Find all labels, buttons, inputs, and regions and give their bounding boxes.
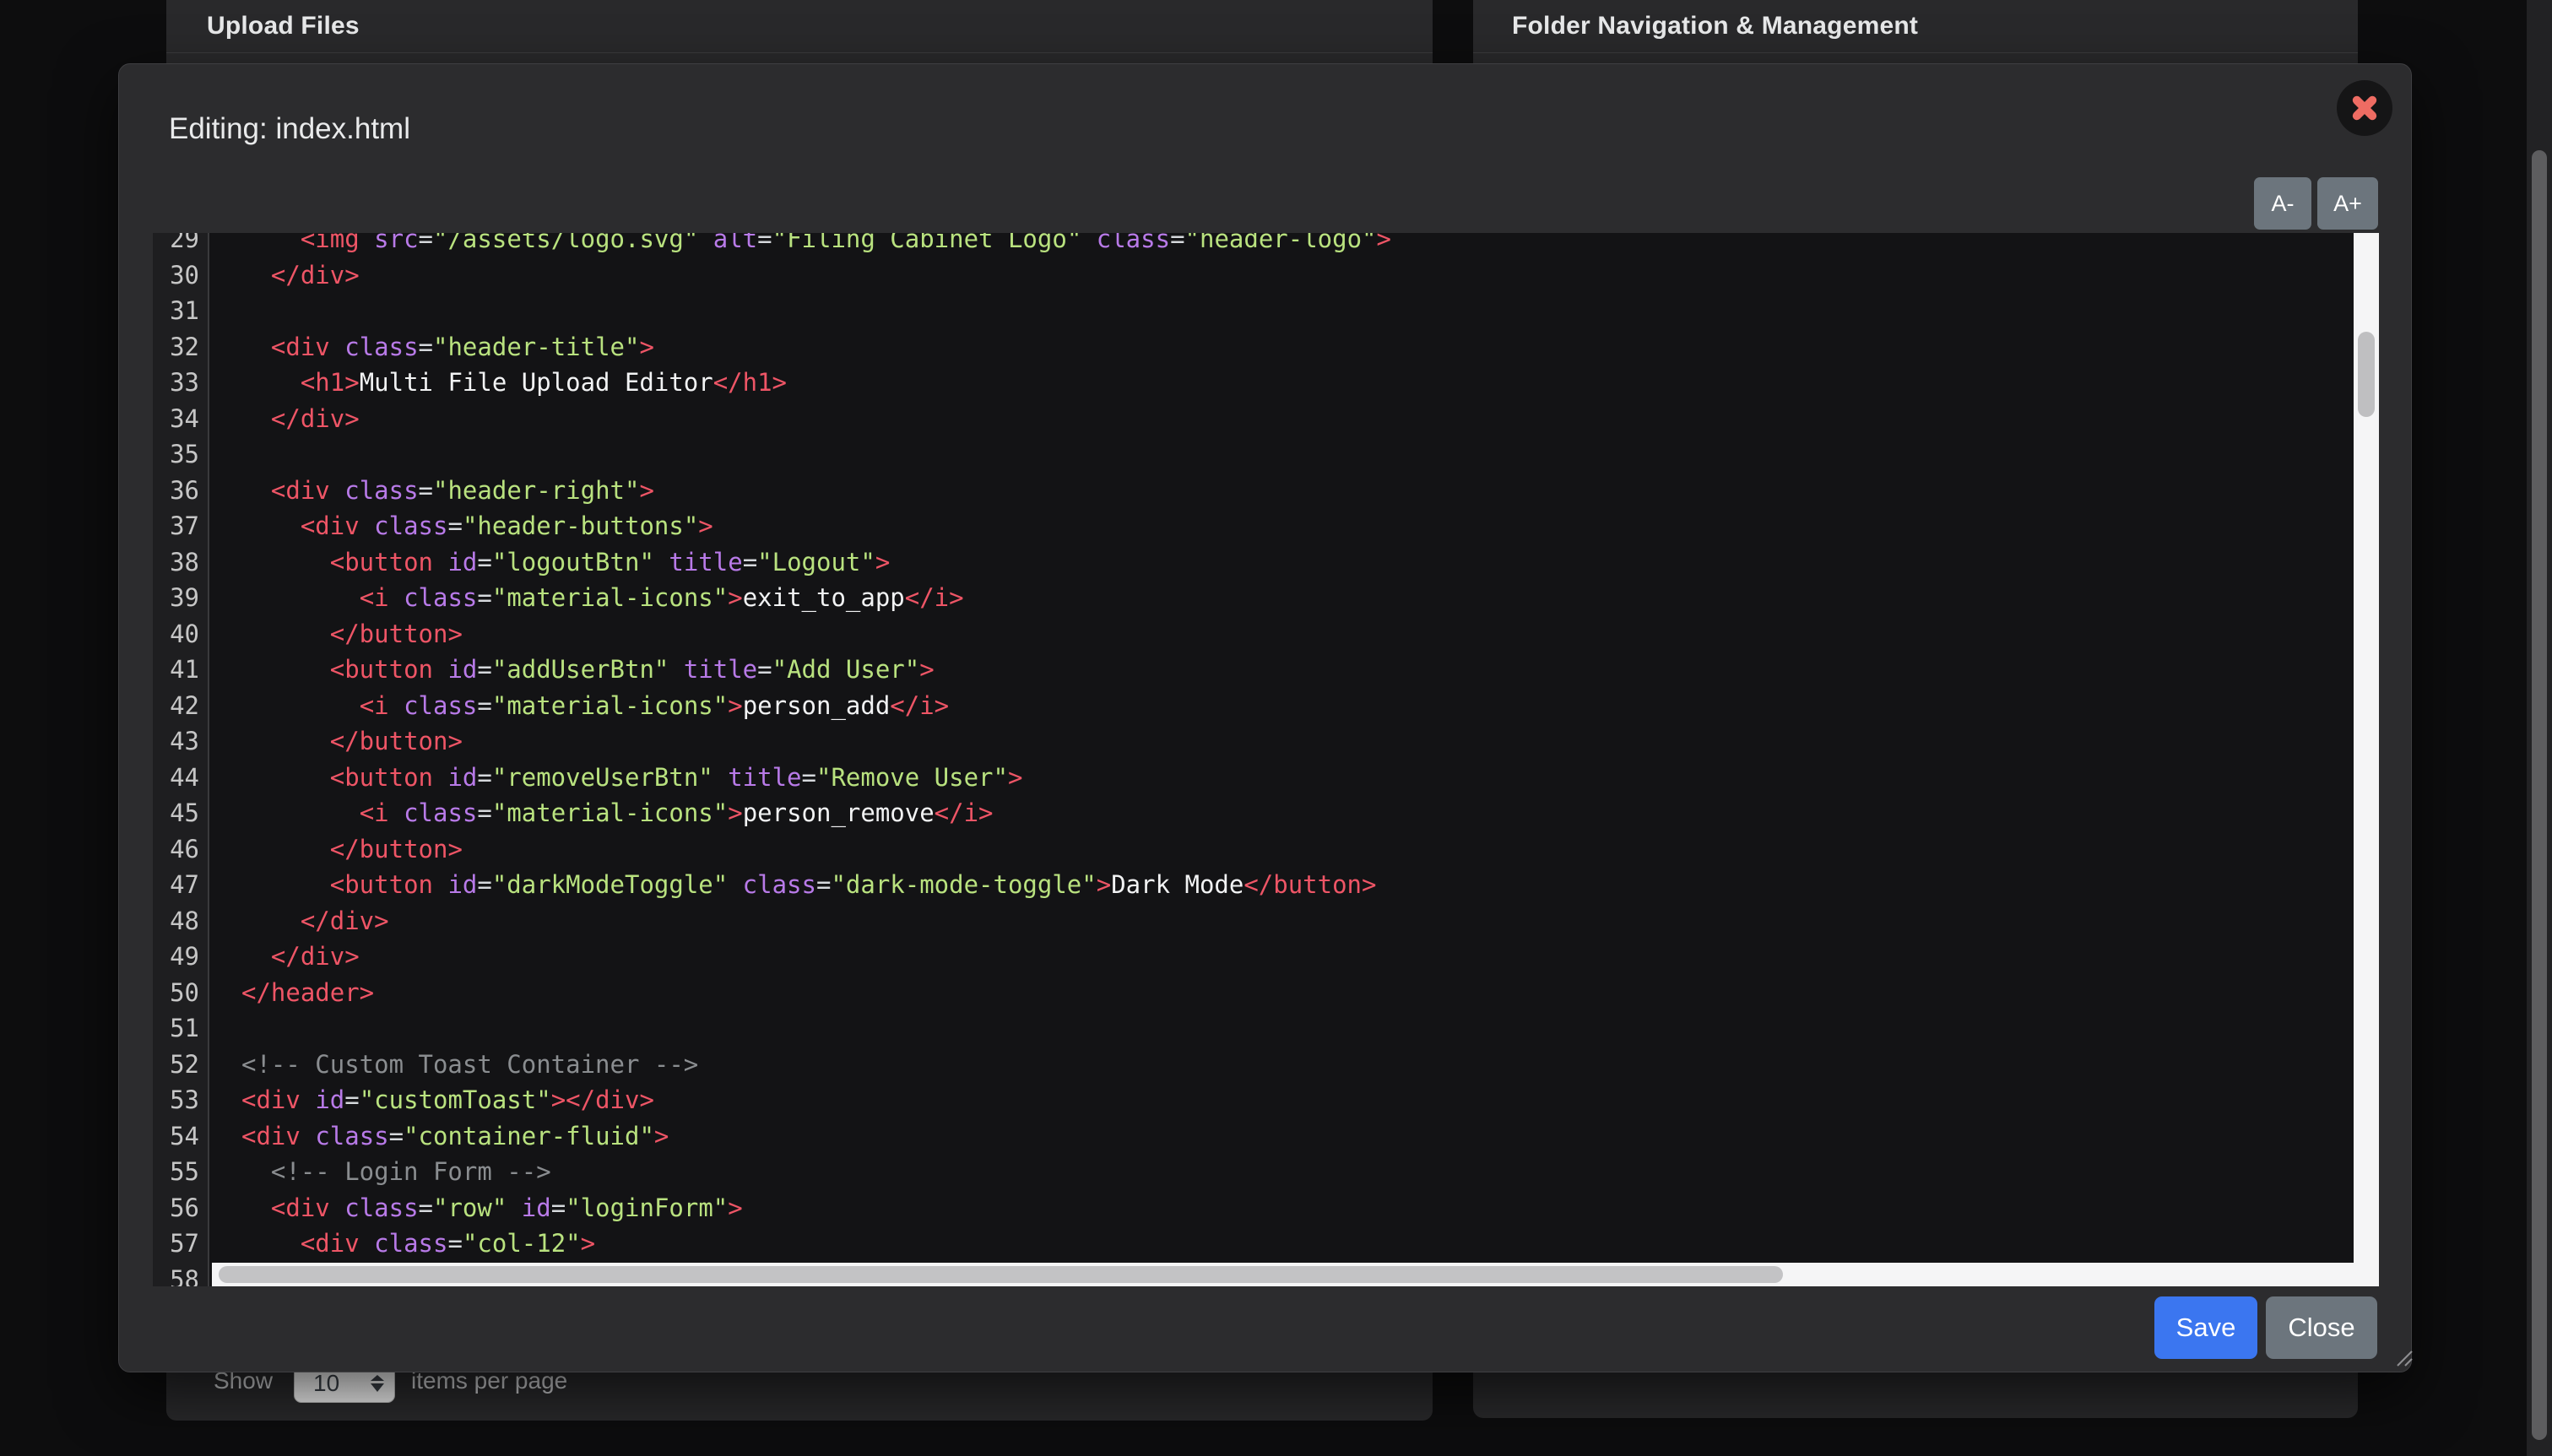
code-line: <button id="darkModeToggle" class="dark-… bbox=[241, 867, 1391, 903]
code-line: </button> bbox=[241, 831, 1391, 868]
code-line: </button> bbox=[241, 723, 1391, 760]
line-number: 58 bbox=[153, 1262, 199, 1287]
line-number: 33 bbox=[153, 365, 199, 401]
line-number: 40 bbox=[153, 616, 199, 652]
folder-navigation-panel-header: Folder Navigation & Management bbox=[1473, 0, 2358, 53]
code-line: <button id="logoutBtn" title="Logout"> bbox=[241, 544, 1391, 581]
line-number: 53 bbox=[153, 1082, 199, 1118]
editor-vertical-scrollbar[interactable] bbox=[2354, 233, 2379, 1286]
line-number: 39 bbox=[153, 580, 199, 616]
line-number: 48 bbox=[153, 903, 199, 939]
line-number: 32 bbox=[153, 329, 199, 365]
line-number: 30 bbox=[153, 257, 199, 294]
code-line: <div id="customToast"></div> bbox=[241, 1082, 1391, 1118]
line-number: 36 bbox=[153, 473, 199, 509]
line-number: 29 bbox=[153, 233, 199, 257]
line-number: 44 bbox=[153, 760, 199, 796]
line-number: 52 bbox=[153, 1047, 199, 1083]
code-line: <div class="header-buttons"> bbox=[241, 508, 1391, 544]
upload-files-title: Upload Files bbox=[207, 12, 360, 41]
line-number: 46 bbox=[153, 831, 199, 868]
upload-files-panel-header: Upload Files bbox=[166, 0, 1433, 53]
line-number: 42 bbox=[153, 688, 199, 724]
code-line: <h1>Multi File Upload Editor</h1> bbox=[241, 365, 1391, 401]
line-number: 45 bbox=[153, 795, 199, 831]
save-button[interactable]: Save bbox=[2154, 1296, 2257, 1359]
editor-vertical-scrollbar-thumb[interactable] bbox=[2358, 332, 2375, 417]
code-line: <i class="material-icons">person_add</i> bbox=[241, 688, 1391, 724]
code-line: <div class="header-right"> bbox=[241, 473, 1391, 509]
modal-title: Editing: index.html bbox=[169, 112, 410, 146]
code-line bbox=[241, 293, 1391, 329]
code-editor[interactable]: 2930313233343536373839404142434445464748… bbox=[153, 233, 2379, 1286]
items-per-page-value: 10 bbox=[313, 1370, 371, 1397]
line-numbers: 2930313233343536373839404142434445464748… bbox=[153, 233, 199, 1286]
resize-grip-icon[interactable] bbox=[2394, 1348, 2413, 1367]
close-button[interactable]: Close bbox=[2266, 1296, 2377, 1359]
line-number: 54 bbox=[153, 1118, 199, 1155]
code-line bbox=[241, 1010, 1391, 1047]
select-caret-icon bbox=[371, 1375, 384, 1392]
code-line: <button id="removeUserBtn" title="Remove… bbox=[241, 760, 1391, 796]
code-line: <!-- Custom Toast Container --> bbox=[241, 1047, 1391, 1083]
edit-file-modal: Editing: index.html A- A+ 29303132333435… bbox=[118, 63, 2412, 1372]
line-number: 55 bbox=[153, 1154, 199, 1190]
code-line: <div class="container-fluid"> bbox=[241, 1118, 1391, 1155]
line-number: 31 bbox=[153, 293, 199, 329]
line-number: 56 bbox=[153, 1190, 199, 1226]
line-number: 34 bbox=[153, 401, 199, 437]
code-line: </div> bbox=[241, 401, 1391, 437]
line-number: 35 bbox=[153, 436, 199, 473]
font-increase-button[interactable]: A+ bbox=[2317, 177, 2378, 230]
line-number: 37 bbox=[153, 508, 199, 544]
editor-horizontal-scrollbar-thumb[interactable] bbox=[219, 1266, 1783, 1283]
code-line: <i class="material-icons">exit_to_app</i… bbox=[241, 580, 1391, 616]
line-number: 43 bbox=[153, 723, 199, 760]
line-number: 57 bbox=[153, 1226, 199, 1262]
code-line: <button id="addUserBtn" title="Add User"… bbox=[241, 652, 1391, 688]
code-line: </div> bbox=[241, 903, 1391, 939]
code-lines: <img src="/assets/logo.svg" alt="Filing … bbox=[209, 233, 1391, 1286]
line-number: 38 bbox=[153, 544, 199, 581]
code-line: <div class="row" id="loginForm"> bbox=[241, 1190, 1391, 1226]
code-line: </header> bbox=[241, 975, 1391, 1011]
line-number: 49 bbox=[153, 939, 199, 975]
page: { "page": { "left_card": { "title": "Upl… bbox=[0, 0, 2552, 1456]
line-number: 41 bbox=[153, 652, 199, 688]
font-decrease-button[interactable]: A- bbox=[2254, 177, 2311, 230]
code-line: <div class="col-12"> bbox=[241, 1226, 1391, 1262]
line-number: 50 bbox=[153, 975, 199, 1011]
code-line bbox=[241, 436, 1391, 473]
code-line: <img src="/assets/logo.svg" alt="Filing … bbox=[241, 233, 1391, 257]
code-line: <i class="material-icons">person_remove<… bbox=[241, 795, 1391, 831]
line-number: 51 bbox=[153, 1010, 199, 1047]
editor-horizontal-scrollbar[interactable] bbox=[212, 1263, 2354, 1286]
code-line: </div> bbox=[241, 257, 1391, 294]
page-scrollbar-thumb[interactable] bbox=[2532, 150, 2547, 1440]
modal-close-button[interactable] bbox=[2337, 80, 2392, 136]
code-line: <!-- Login Form --> bbox=[241, 1154, 1391, 1190]
page-scrollbar[interactable] bbox=[2527, 0, 2552, 1456]
code-line: </button> bbox=[241, 616, 1391, 652]
code-line: <div class="header-title"> bbox=[241, 329, 1391, 365]
folder-navigation-title: Folder Navigation & Management bbox=[1512, 12, 1918, 41]
line-number: 47 bbox=[153, 867, 199, 903]
code-line: </div> bbox=[241, 939, 1391, 975]
